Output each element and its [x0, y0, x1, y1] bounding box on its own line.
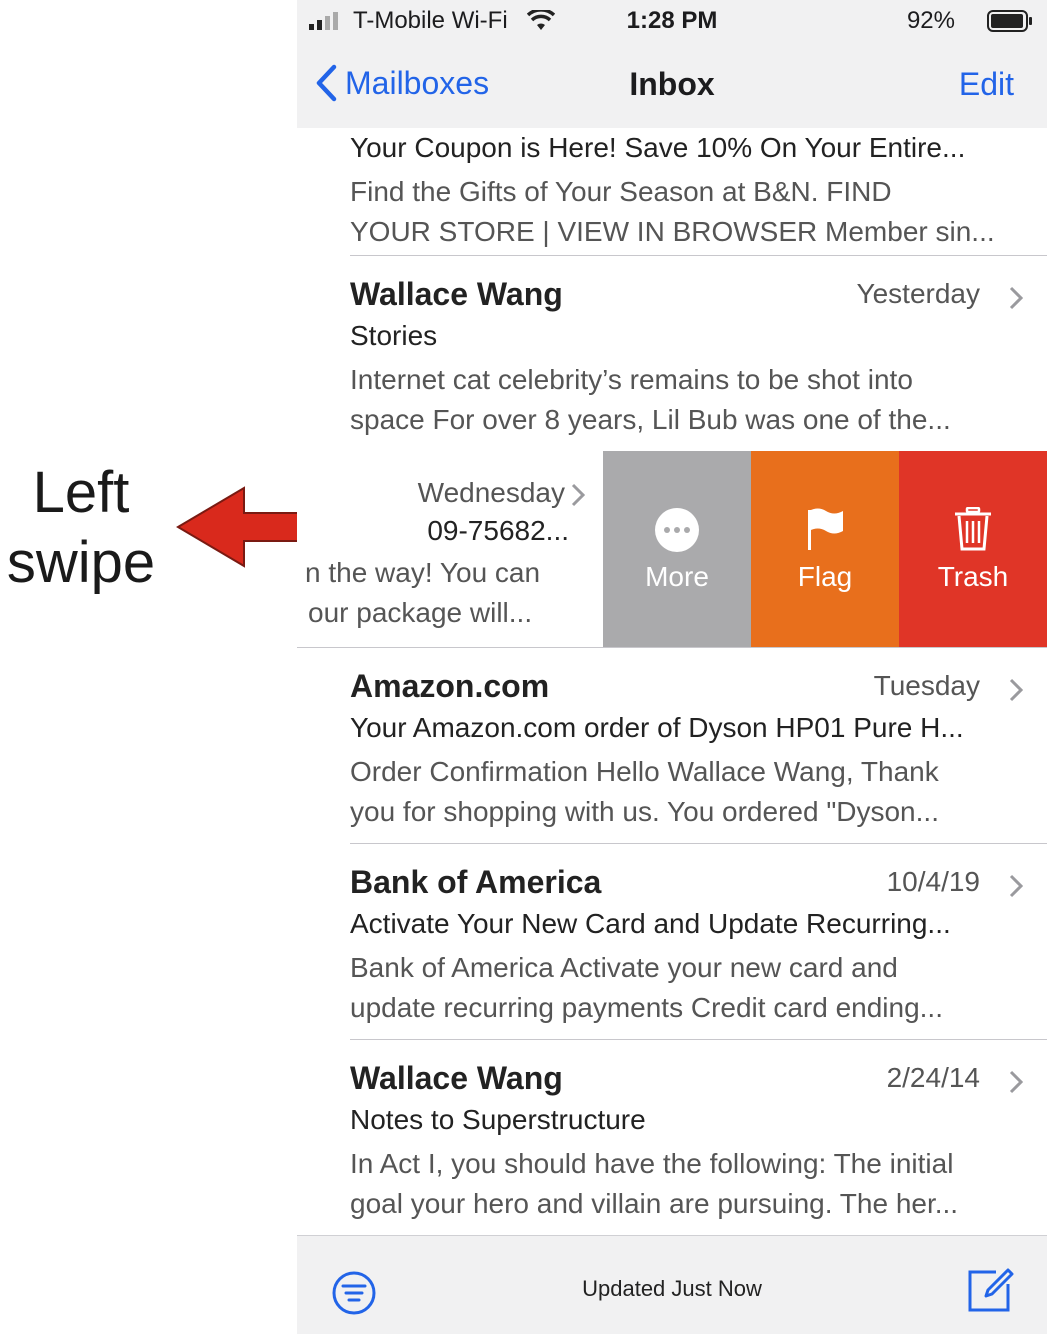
flag-action-button[interactable]: Flag — [751, 451, 899, 647]
message-preview-line: our package will... — [308, 597, 533, 628]
edit-button[interactable]: Edit — [959, 66, 1014, 103]
message-sender: Wallace Wang — [350, 1060, 563, 1096]
message-date: 10/4/19 — [886, 866, 980, 897]
message-preview-line: update recurring payments Credit card en… — [350, 992, 943, 1023]
message-preview-line: space For over 8 years, Lil Bub was one … — [350, 404, 951, 435]
message-date: 2/24/14 — [886, 1062, 980, 1093]
battery-percent: 92% — [906, 7, 955, 34]
message-preview-line: Internet cat celebrity’s remains to be s… — [350, 364, 913, 395]
message-subject: Your Coupon is Here! Save 10% On Your En… — [350, 132, 966, 163]
message-subject: 09-75682... — [427, 515, 569, 546]
message-subject: Your Amazon.com order of Dyson HP01 Pure… — [350, 712, 964, 743]
message-sender: Wallace Wang — [350, 276, 563, 312]
message-sender: Bank of America — [350, 864, 602, 900]
chevron-right-icon — [1009, 874, 1023, 898]
message-list[interactable]: Your Coupon is Here! Save 10% On Your En… — [297, 128, 1047, 1235]
message-preview-line: Bank of America Activate your new card a… — [350, 952, 898, 983]
message-preview-line: goal your hero and villain are pursuing.… — [350, 1188, 959, 1219]
more-ellipsis-icon — [655, 508, 699, 552]
message-row[interactable]: Your Coupon is Here! Save 10% On Your En… — [297, 128, 1047, 264]
status-bar: T-Mobile Wi-Fi 1:28 PM 92% — [297, 0, 1047, 42]
message-preview-line: Order Confirmation Hello Wallace Wang, T… — [350, 756, 939, 787]
compose-icon[interactable] — [966, 1266, 1014, 1314]
swiped-message-content[interactable]: Wednesday 09-75682... n the way! You can… — [297, 451, 603, 647]
message-date: Yesterday — [856, 278, 981, 309]
message-subject: Activate Your New Card and Update Recurr… — [350, 908, 951, 939]
message-row[interactable]: Bank of America 10/4/19 Activate Your Ne… — [297, 844, 1047, 1040]
chevron-right-icon — [1009, 1070, 1023, 1094]
swiped-message-row[interactable]: Wednesday 09-75682... n the way! You can… — [297, 451, 1047, 647]
message-preview-line: Find the Gifts of Your Season at B&N. FI… — [350, 176, 892, 207]
more-action-label: More — [645, 561, 709, 592]
message-preview-line: n the way! You can — [305, 557, 541, 588]
message-preview-line: YOUR STORE | VIEW IN BROWSER Member sin.… — [350, 216, 995, 247]
message-preview-line: you for shopping with us. You ordered "D… — [350, 796, 939, 827]
trash-icon — [955, 507, 991, 551]
trash-action-button[interactable]: Trash — [899, 451, 1047, 647]
bottom-toolbar: Updated Just Now — [297, 1235, 1047, 1334]
message-row[interactable]: Amazon.com Tuesday Your Amazon.com order… — [297, 648, 1047, 844]
message-date: Tuesday — [873, 670, 980, 701]
message-subject: Notes to Superstructure — [350, 1104, 646, 1135]
chevron-right-icon — [1009, 678, 1023, 702]
message-row[interactable]: Wallace Wang Yesterday Stories Internet … — [297, 256, 1047, 452]
annotation-left-label: Left — [32, 460, 130, 525]
trash-action-label: Trash — [937, 561, 1009, 592]
message-preview-line: In Act I, you should have the following:… — [350, 1148, 954, 1179]
chevron-right-icon — [571, 483, 585, 507]
navigation-bar: Mailboxes Inbox Edit — [297, 42, 1047, 128]
page-title: Inbox — [629, 66, 715, 102]
battery-icon — [987, 10, 1032, 32]
mailbox-status-text: Updated Just Now — [582, 1276, 762, 1301]
flag-action-label: Flag — [797, 561, 853, 592]
message-row[interactable]: Wallace Wang 2/24/14 Notes to Superstruc… — [297, 1040, 1047, 1235]
annotation-swipe-label: swipe — [6, 530, 156, 595]
flag-icon — [808, 508, 843, 550]
chevron-right-icon — [1009, 286, 1023, 310]
message-date: Wednesday — [417, 477, 565, 508]
message-sender: Amazon.com — [350, 668, 550, 704]
message-subject: Stories — [350, 320, 438, 351]
more-action-button[interactable]: More — [603, 451, 751, 647]
phone-screen: T-Mobile Wi-Fi 1:28 PM 92% Mailboxes Inb… — [297, 0, 1047, 1334]
